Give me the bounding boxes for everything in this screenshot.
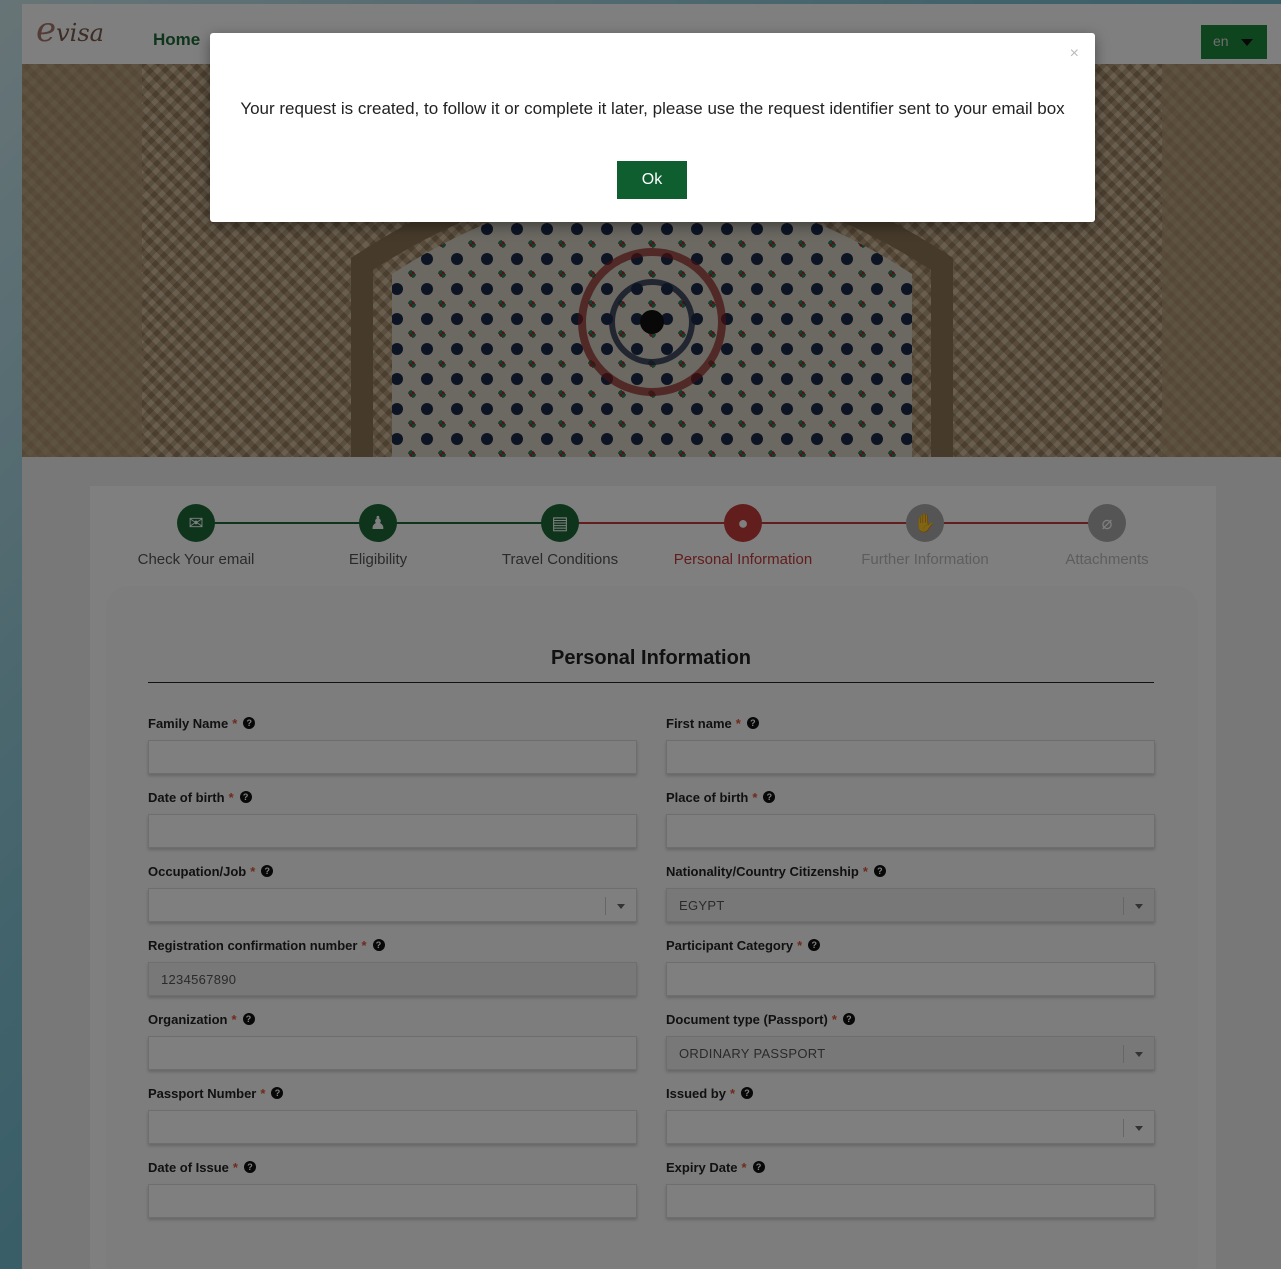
ok-button[interactable]: Ok — [617, 161, 687, 199]
dialog-message: Your request is created, to follow it or… — [240, 99, 1065, 118]
close-icon[interactable]: × — [1070, 45, 1079, 63]
confirmation-dialog: × Your request is created, to follow it … — [210, 33, 1095, 222]
